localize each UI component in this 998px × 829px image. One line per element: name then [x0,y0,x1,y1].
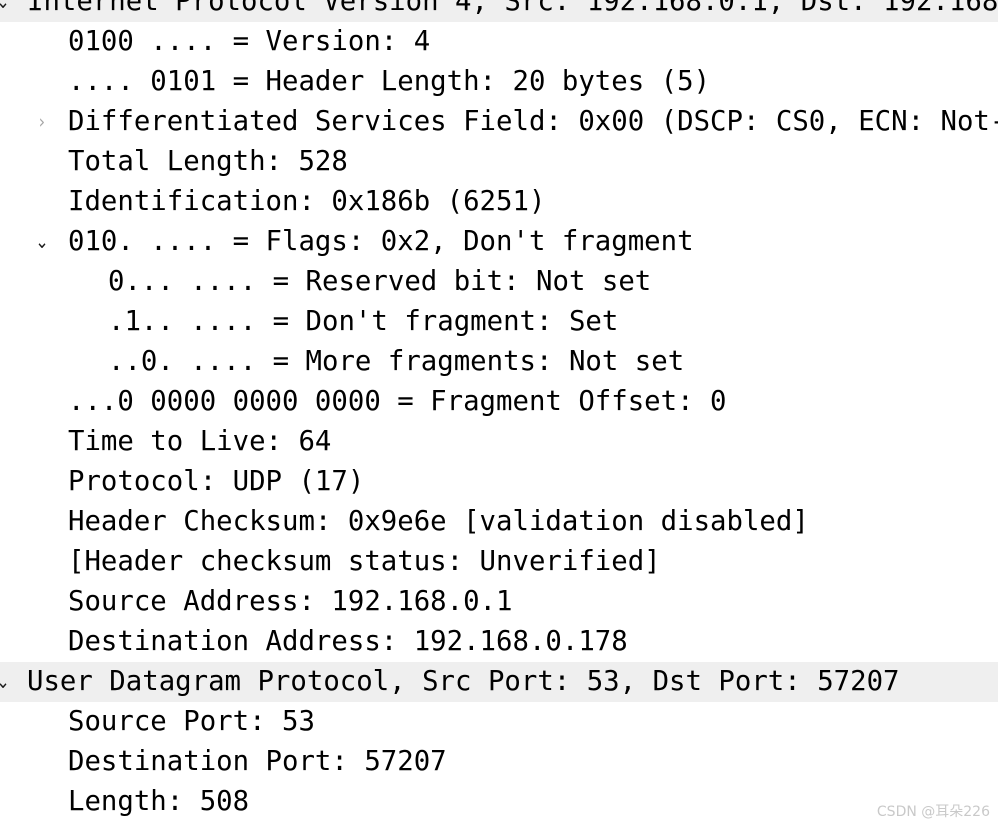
tree-row-udp-header[interactable]: ⌄ User Datagram Protocol, Src Port: 53, D… [0,662,998,702]
tree-row-label: 0100 .... = Version: 4 [68,26,431,57]
tree-row-header-checksum[interactable]: Header Checksum: 0x9e6e [validation disa… [0,502,998,542]
tree-row-label: Header Checksum: 0x9e6e [validation disa… [68,506,809,537]
tree-row-ipv4-header[interactable]: ⌄ Internet Protocol Version 4, Src: 192.1… [0,0,998,22]
chevron-down-icon[interactable]: ⌄ [0,0,13,22]
tree-row-version[interactable]: 0100 .... = Version: 4 [0,22,998,62]
twisty-glyph: ⌄ [35,231,49,253]
tree-row-label: Differentiated Services Field: 0x00 (DSC… [68,106,998,137]
tree-row-reserved-bit[interactable]: 0... .... = Reserved bit: Not set [0,262,998,302]
tree-row-label: ...0 0000 0000 0000 = Fragment Offset: 0 [68,386,727,417]
tree-row-label: Length: 508 [68,786,250,817]
tree-row-destination-port[interactable]: Destination Port: 57207 [0,742,998,782]
tree-row-udp-length[interactable]: Length: 508 [0,782,998,822]
tree-row-label: ..0. .... = More fragments: Not set [108,346,685,377]
tree-row-label: Total Length: 528 [68,146,348,177]
tree-row-label: Protocol: UDP (17) [68,466,365,497]
chevron-right-icon[interactable]: › [32,102,52,142]
tree-row-label: .1.. .... = Don't fragment: Set [108,306,619,337]
tree-row-label: [Header checksum status: Unverified] [68,546,661,577]
tree-row-label: 010. .... = Flags: 0x2, Don't fragment [68,226,694,257]
tree-row-identification[interactable]: Identification: 0x186b (6251) [0,182,998,222]
tree-row-destination-address[interactable]: Destination Address: 192.168.0.178 [0,622,998,662]
twisty-glyph: › [38,111,46,133]
tree-row-label: User Datagram Protocol, Src Port: 53, Ds… [27,662,900,702]
tree-row-more-fragments[interactable]: ..0. .... = More fragments: Not set [0,342,998,382]
tree-row-label: Source Address: 192.168.0.1 [68,586,513,617]
tree-row-label: 0... .... = Reserved bit: Not set [108,266,652,297]
tree-row-header-length[interactable]: .... 0101 = Header Length: 20 bytes (5) [0,62,998,102]
chevron-down-icon[interactable]: ⌄ [32,222,52,262]
tree-row-total-length[interactable]: Total Length: 528 [0,142,998,182]
tree-row-flags[interactable]: ⌄ 010. .... = Flags: 0x2, Don't fragment [0,222,998,262]
tree-row-label: Destination Address: 192.168.0.178 [68,626,628,657]
twisty-glyph: ⌄ [0,662,10,702]
tree-row-header-checksum-status[interactable]: [Header checksum status: Unverified] [0,542,998,582]
tree-row-label: Internet Protocol Version 4, Src: 192.16… [27,0,998,22]
tree-row-source-address[interactable]: Source Address: 192.168.0.1 [0,582,998,622]
tree-row-label: .... 0101 = Header Length: 20 bytes (5) [68,66,711,97]
tree-row-protocol[interactable]: Protocol: UDP (17) [0,462,998,502]
tree-row-source-port[interactable]: Source Port: 53 [0,702,998,742]
twisty-glyph: ⌄ [0,0,10,22]
chevron-down-icon[interactable]: ⌄ [0,662,13,702]
packet-details-tree[interactable]: ⌄ Internet Protocol Version 4, Src: 192.1… [0,0,998,829]
tree-row-label: Source Port: 53 [68,706,315,737]
csdn-watermark: CSDN @耳朵226 [876,804,990,820]
tree-row-dont-fragment[interactable]: .1.. .... = Don't fragment: Set [0,302,998,342]
tree-row-label: Time to Live: 64 [68,426,332,457]
tree-row-label: Identification: 0x186b (6251) [68,186,546,217]
tree-row-time-to-live[interactable]: Time to Live: 64 [0,422,998,462]
tree-row-differentiated-services[interactable]: › Differentiated Services Field: 0x00 (DS… [0,102,998,142]
tree-row-label: Destination Port: 57207 [68,746,447,777]
tree-row-fragment-offset[interactable]: ...0 0000 0000 0000 = Fragment Offset: 0 [0,382,998,422]
